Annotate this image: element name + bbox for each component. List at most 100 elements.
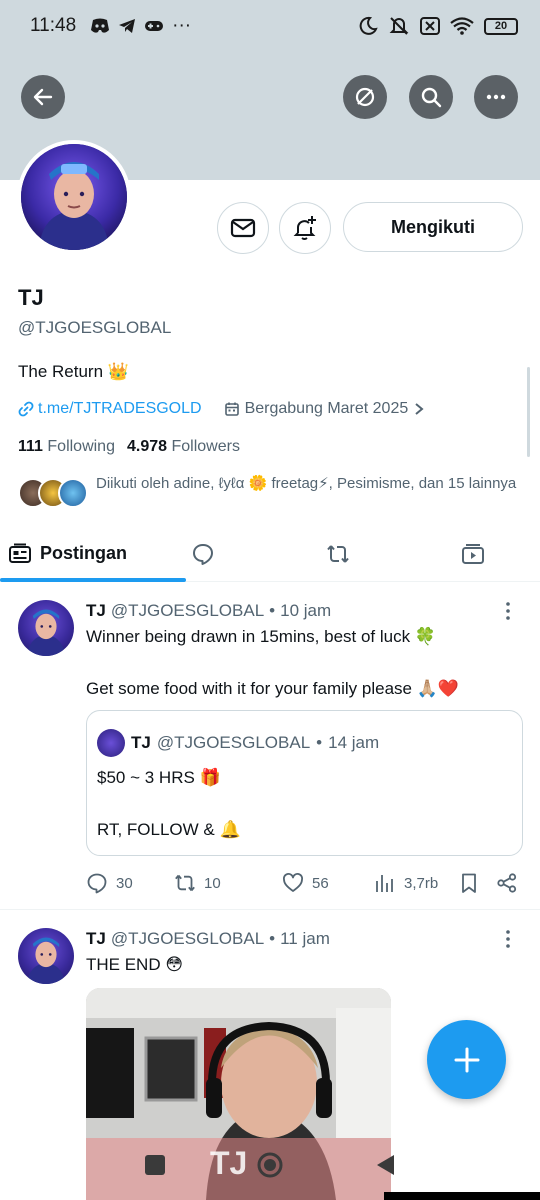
following-stat[interactable]: 111 Following xyxy=(18,438,115,456)
followers-stat[interactable]: 4.978 Followers xyxy=(127,438,240,456)
tweet-actions: 30 10 56 3,7rb xyxy=(86,872,526,894)
tab-media[interactable] xyxy=(405,526,540,581)
more-notifications-icon: ··· xyxy=(172,15,192,36)
message-button[interactable] xyxy=(217,202,269,254)
quote-dot: • xyxy=(316,733,323,752)
tweet-more-button[interactable] xyxy=(498,601,518,621)
tab-reposts[interactable] xyxy=(270,526,405,581)
chevron-right-icon xyxy=(415,403,424,415)
gamepad-icon xyxy=(145,21,164,31)
gesture-bar xyxy=(384,1192,540,1200)
wifi-icon xyxy=(450,17,474,35)
tweet-dot: • xyxy=(269,601,276,620)
plus-icon xyxy=(454,1047,479,1072)
recent-apps-button[interactable] xyxy=(144,1154,166,1181)
tweet-more-button[interactable] xyxy=(498,929,518,949)
link-icon xyxy=(18,401,34,417)
quote-time: 14 jam xyxy=(328,733,380,752)
mute-icon xyxy=(389,17,409,35)
quote-text: $50 ~ 3 HRS 🎁 RT, FOLLOW & 🔔 xyxy=(97,765,241,843)
tweet-text: Winner being drawn in 15mins, best of lu… xyxy=(86,624,516,702)
quoted-tweet[interactable]: TJ @TJGOESGLOBAL • 14 jam $50 ~ 3 HRS 🎁 … xyxy=(86,710,523,856)
following-label: Following xyxy=(47,438,115,455)
tweet[interactable]: TJ @TJGOESGLOBAL • 10 jam Winner being d… xyxy=(0,583,540,910)
notify-button[interactable] xyxy=(279,202,331,254)
back-nav-button[interactable] xyxy=(374,1153,396,1182)
tweet-author-name[interactable]: TJ xyxy=(86,601,106,621)
views-button[interactable]: 3,7rb xyxy=(374,872,458,894)
followed-by-text: Diikuti oleh adine, ℓуℓα 🌼 freetag⚡, Pes… xyxy=(96,475,517,492)
following-button[interactable]: Mengikuti xyxy=(343,202,523,252)
profile-meta: t.me/TJTRADESGOLD Bergabung Maret 2025 xyxy=(18,400,425,418)
envelope-icon xyxy=(230,218,256,238)
bell-plus-icon xyxy=(293,216,316,240)
telegram-icon xyxy=(119,19,136,33)
replies-icon xyxy=(192,543,213,565)
avatar-illustration xyxy=(27,609,65,656)
scrollbar[interactable] xyxy=(527,367,530,457)
repost-button[interactable]: 10 xyxy=(174,872,282,894)
reply-button[interactable]: 30 xyxy=(86,872,174,894)
views-count: 3,7rb xyxy=(404,874,439,892)
tweet-time: 11 jam xyxy=(280,929,330,948)
followed-by-avatars xyxy=(18,478,88,508)
arrow-left-icon xyxy=(33,88,53,106)
like-button[interactable]: 56 xyxy=(282,872,374,894)
home-button[interactable]: TJ xyxy=(210,1145,284,1184)
profile-tabs: Postingan xyxy=(0,526,540,582)
quote-avatar xyxy=(97,729,125,757)
tab-replies[interactable] xyxy=(135,526,270,581)
status-bar: 11:48 ··· 20 xyxy=(0,0,540,52)
more-vertical-icon xyxy=(506,930,510,948)
square-icon xyxy=(145,1154,165,1175)
profile-name: TJ xyxy=(18,285,44,310)
grok-icon xyxy=(355,87,375,107)
triangle-back-icon xyxy=(377,1154,394,1175)
profile-link[interactable]: t.me/TJTRADESGOLD xyxy=(18,400,202,418)
quote-text-spacer xyxy=(97,791,241,817)
profile-link-text[interactable]: t.me/TJTRADESGOLD xyxy=(38,400,202,418)
media-icon xyxy=(461,543,484,564)
tweet-text-line: Get some food with it for your family pl… xyxy=(86,679,460,698)
repost-count: 10 xyxy=(204,874,221,892)
tweet-text: THE END 😳 xyxy=(86,955,184,974)
tweet-avatar[interactable] xyxy=(18,928,74,984)
quote-text-line: $50 ~ 3 HRS 🎁 xyxy=(97,768,221,787)
bookmark-button[interactable] xyxy=(458,872,496,894)
profile-avatar[interactable] xyxy=(17,140,131,254)
quote-author-name: TJ xyxy=(131,733,151,752)
quote-text-line: RT, FOLLOW & 🔔 xyxy=(97,820,241,839)
search-button[interactable] xyxy=(409,75,453,119)
profile-joined[interactable]: Bergabung Maret 2025 xyxy=(224,400,426,418)
system-navigation-bar: TJ xyxy=(0,1134,540,1200)
bookmark-icon xyxy=(462,873,476,893)
sim-off-icon xyxy=(420,17,440,35)
tweet-avatar[interactable] xyxy=(18,600,74,656)
share-icon xyxy=(497,873,517,893)
video-watermark: TJ xyxy=(210,1144,248,1181)
more-vertical-icon xyxy=(506,602,510,620)
reply-icon xyxy=(87,873,107,894)
tab-posts[interactable]: Postingan xyxy=(0,526,186,582)
battery-icon: 20 xyxy=(484,17,518,35)
like-count: 56 xyxy=(312,874,329,892)
tweet-author-handle: @TJGOESGLOBAL xyxy=(110,601,265,620)
back-button[interactable] xyxy=(21,75,65,119)
reply-count: 30 xyxy=(116,874,133,892)
tweet-dot: • xyxy=(269,929,276,948)
tweet-author-name[interactable]: TJ xyxy=(86,929,106,949)
circle-icon xyxy=(257,1152,283,1177)
profile-bio: The Return 👑 xyxy=(18,362,129,381)
tweet-author-handle: @TJGOESGLOBAL xyxy=(110,929,265,948)
share-button[interactable] xyxy=(496,872,518,894)
tweet-text-spacer xyxy=(86,650,516,676)
compose-button[interactable] xyxy=(427,1020,506,1099)
search-icon xyxy=(421,87,442,108)
grok-button[interactable] xyxy=(343,75,387,119)
views-icon xyxy=(376,875,393,892)
avatar-illustration xyxy=(27,937,65,984)
joined-text: Bergabung Maret 2025 xyxy=(244,400,409,417)
followers-label: Followers xyxy=(171,438,240,455)
more-button[interactable] xyxy=(474,75,518,119)
followed-by[interactable]: Diikuti oleh adine, ℓуℓα 🌼 freetag⚡, Pes… xyxy=(18,474,528,508)
